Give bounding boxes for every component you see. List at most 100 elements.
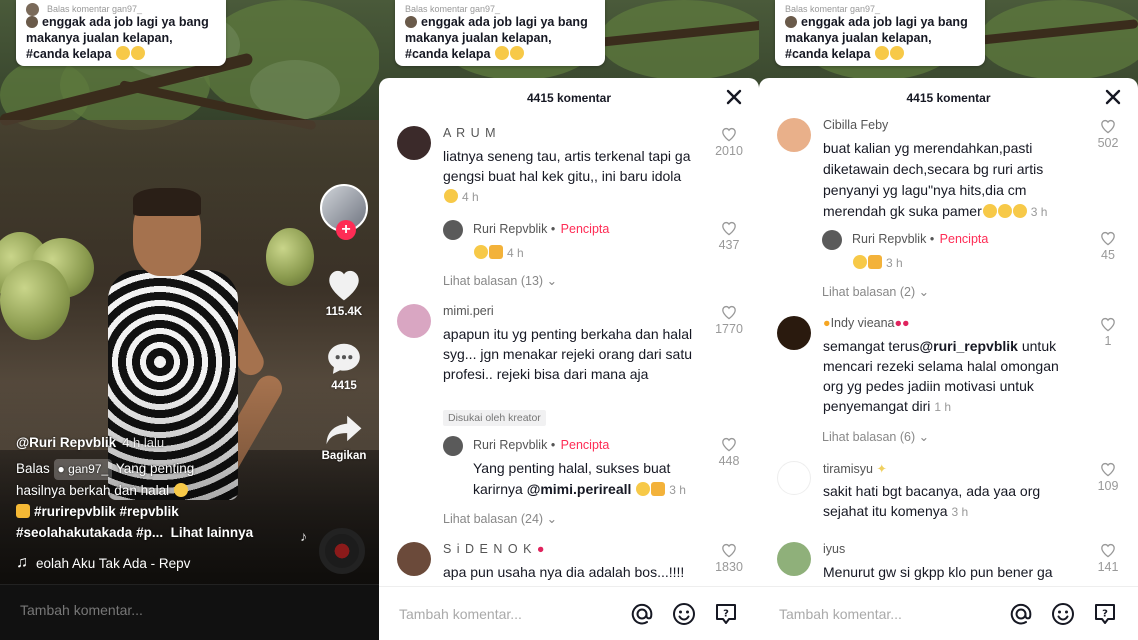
comment-input[interactable]: Tambah komentar...	[399, 606, 613, 622]
like-count: 437	[718, 238, 740, 252]
share-button[interactable]: Bagikan	[322, 414, 366, 462]
avatar[interactable]	[443, 436, 463, 456]
emoji-icon	[889, 46, 904, 60]
reply-item[interactable]: Ruri Repvblik • Pencipta Yang penting ha…	[443, 436, 751, 506]
comment-like-button[interactable]: 502	[1086, 118, 1130, 150]
reply-author[interactable]: Ruri Repvblik	[852, 232, 926, 246]
emoji-icon	[997, 204, 1012, 218]
comment-input[interactable]: Tambah komentar...	[0, 584, 379, 640]
avatar[interactable]	[397, 542, 431, 576]
hashtags[interactable]: #rurirepvblik #repvblik	[34, 504, 179, 519]
mention-link[interactable]: @mimi.perireall	[527, 481, 632, 497]
emoji-icon	[173, 483, 188, 497]
music-track[interactable]: ♫ eolah Aku Tak Ada - Repv	[16, 554, 190, 572]
reply-author[interactable]: Ruri Repvblik	[473, 438, 547, 452]
heart-outline-icon	[722, 127, 736, 142]
comment-author[interactable]: tiramisyu	[823, 462, 873, 476]
comment-like-button[interactable]: 109	[1086, 461, 1130, 493]
mention-at-icon[interactable]	[1008, 601, 1034, 627]
emoji-icon	[982, 204, 997, 218]
music-disc-icon[interactable]	[319, 528, 365, 574]
svg-text:?: ?	[723, 608, 729, 619]
like-count: 502	[1097, 136, 1119, 150]
heart-outline-icon	[1101, 119, 1115, 134]
question-box-icon[interactable]: ?	[713, 601, 739, 627]
emoji-picker-icon[interactable]	[671, 601, 697, 627]
close-icon[interactable]	[1104, 88, 1122, 106]
view-replies-link[interactable]: Lihat balasan (6) ⌄	[822, 429, 929, 444]
pray-emoji-icon	[489, 245, 503, 259]
mention-at-icon[interactable]	[629, 601, 655, 627]
creator-avatar[interactable]: +	[320, 184, 368, 240]
comment-like-button[interactable]: 2010	[707, 126, 751, 158]
hashtags[interactable]: #seolahakutakada #p...	[16, 525, 163, 540]
video-panel[interactable]: Balas komentar gan97_ enggak ada job lag…	[0, 0, 379, 640]
avatar	[26, 16, 38, 28]
pray-emoji-icon	[868, 255, 882, 269]
avatar[interactable]	[777, 461, 811, 495]
comment-like-button[interactable]: 1770	[707, 304, 751, 336]
view-replies-label: Lihat balasan (6)	[822, 430, 916, 444]
comment-item[interactable]: S i D E N O K ● apa pun usaha nya dia ad…	[397, 542, 751, 586]
mention-link[interactable]: @ruri_repvblik	[920, 338, 1018, 354]
emoji-icon	[494, 46, 509, 60]
avatar[interactable]	[777, 542, 811, 576]
bubble-line: enggak ada job lagi ya bang	[801, 15, 968, 29]
comment-time: 1 h	[934, 400, 952, 414]
comment-item[interactable]: tiramisyu ✦ sakit hati bgt bacanya, ada …	[777, 461, 1130, 531]
heart-outline-icon	[722, 305, 736, 320]
avatar[interactable]	[777, 118, 811, 152]
comment-author[interactable]: Indy vieana	[831, 316, 895, 330]
bubble-line: #canda kelapa	[26, 47, 112, 61]
comment-author[interactable]: Cibilla Feby	[823, 118, 1074, 134]
close-icon[interactable]	[725, 88, 743, 106]
comment-time: 3 h	[951, 505, 969, 519]
comment-like-button[interactable]: 437	[707, 220, 751, 252]
comment-item[interactable]: ●Indy vieana●● semangat terus@ruri_repvb…	[777, 316, 1130, 426]
comment-author[interactable]: iyus	[823, 542, 1074, 558]
emoji-picker-icon[interactable]	[1050, 601, 1076, 627]
bubble-header: Balas komentar gan97_	[47, 4, 143, 14]
comment-button[interactable]: 4415	[325, 340, 363, 392]
view-replies-link[interactable]: Lihat balasan (13) ⌄	[443, 273, 557, 288]
comment-like-button[interactable]: 1830	[707, 542, 751, 574]
avatar[interactable]	[443, 220, 463, 240]
creator-badge: Pencipta	[939, 232, 989, 246]
author-handle[interactable]: @Ruri Repvblik	[16, 435, 116, 450]
like-count: 1830	[715, 560, 743, 574]
question-box-icon[interactable]: ?	[1092, 601, 1118, 627]
comment-author[interactable]: S i D E N O K	[443, 542, 532, 556]
comment-input[interactable]: Tambah komentar...	[779, 606, 992, 622]
comment-like-button[interactable]: 1	[1086, 316, 1130, 348]
avatar[interactable]	[777, 316, 811, 350]
share-arrow-icon	[326, 415, 362, 445]
like-count: 109	[1097, 479, 1119, 493]
reply-author[interactable]: Ruri Repvblik	[473, 222, 547, 236]
reply-item[interactable]: Ruri Repvblik • Pencipta 4 h 437	[443, 220, 751, 266]
comment-author[interactable]: A R U M	[443, 126, 695, 142]
comment-like-button[interactable]: 45	[1086, 230, 1130, 262]
comment-like-button[interactable]: 141	[1086, 542, 1130, 574]
follow-plus-icon[interactable]: +	[336, 220, 356, 240]
comment-text: Menurut gw si gkpp klo pun bener ga	[823, 564, 1053, 580]
like-count: 1	[1104, 334, 1112, 348]
see-more-link[interactable]: Lihat lainnya	[171, 525, 254, 540]
like-button[interactable]: 115.4K	[324, 266, 364, 318]
chevron-down-icon: ⌄	[918, 285, 930, 299]
comment-item[interactable]: Cibilla Feby buat kalian yg merendahkan,…	[777, 118, 1130, 228]
comment-item[interactable]: A R U M liatnya seneng tau, artis terken…	[397, 126, 751, 206]
view-replies-label: Lihat balasan (2)	[822, 285, 916, 299]
avatar[interactable]	[397, 304, 431, 338]
heart-outline-icon	[722, 437, 736, 452]
view-replies-link[interactable]: Lihat balasan (24) ⌄	[443, 511, 557, 526]
comment-item[interactable]: iyus Menurut gw si gkpp klo pun bener ga…	[777, 542, 1130, 586]
emoji-icon	[130, 46, 145, 60]
avatar[interactable]	[822, 230, 842, 250]
avatar[interactable]	[397, 126, 431, 160]
comment-like-button[interactable]: 448	[707, 436, 751, 468]
comment-author[interactable]: mimi.peri	[443, 304, 695, 320]
reply-user-pill[interactable]: ● gan97_	[53, 459, 113, 480]
view-replies-link[interactable]: Lihat balasan (2) ⌄	[822, 284, 929, 299]
reply-item[interactable]: Ruri Repvblik • Pencipta 3 h 45	[822, 230, 1130, 276]
emoji-icon	[474, 245, 488, 259]
